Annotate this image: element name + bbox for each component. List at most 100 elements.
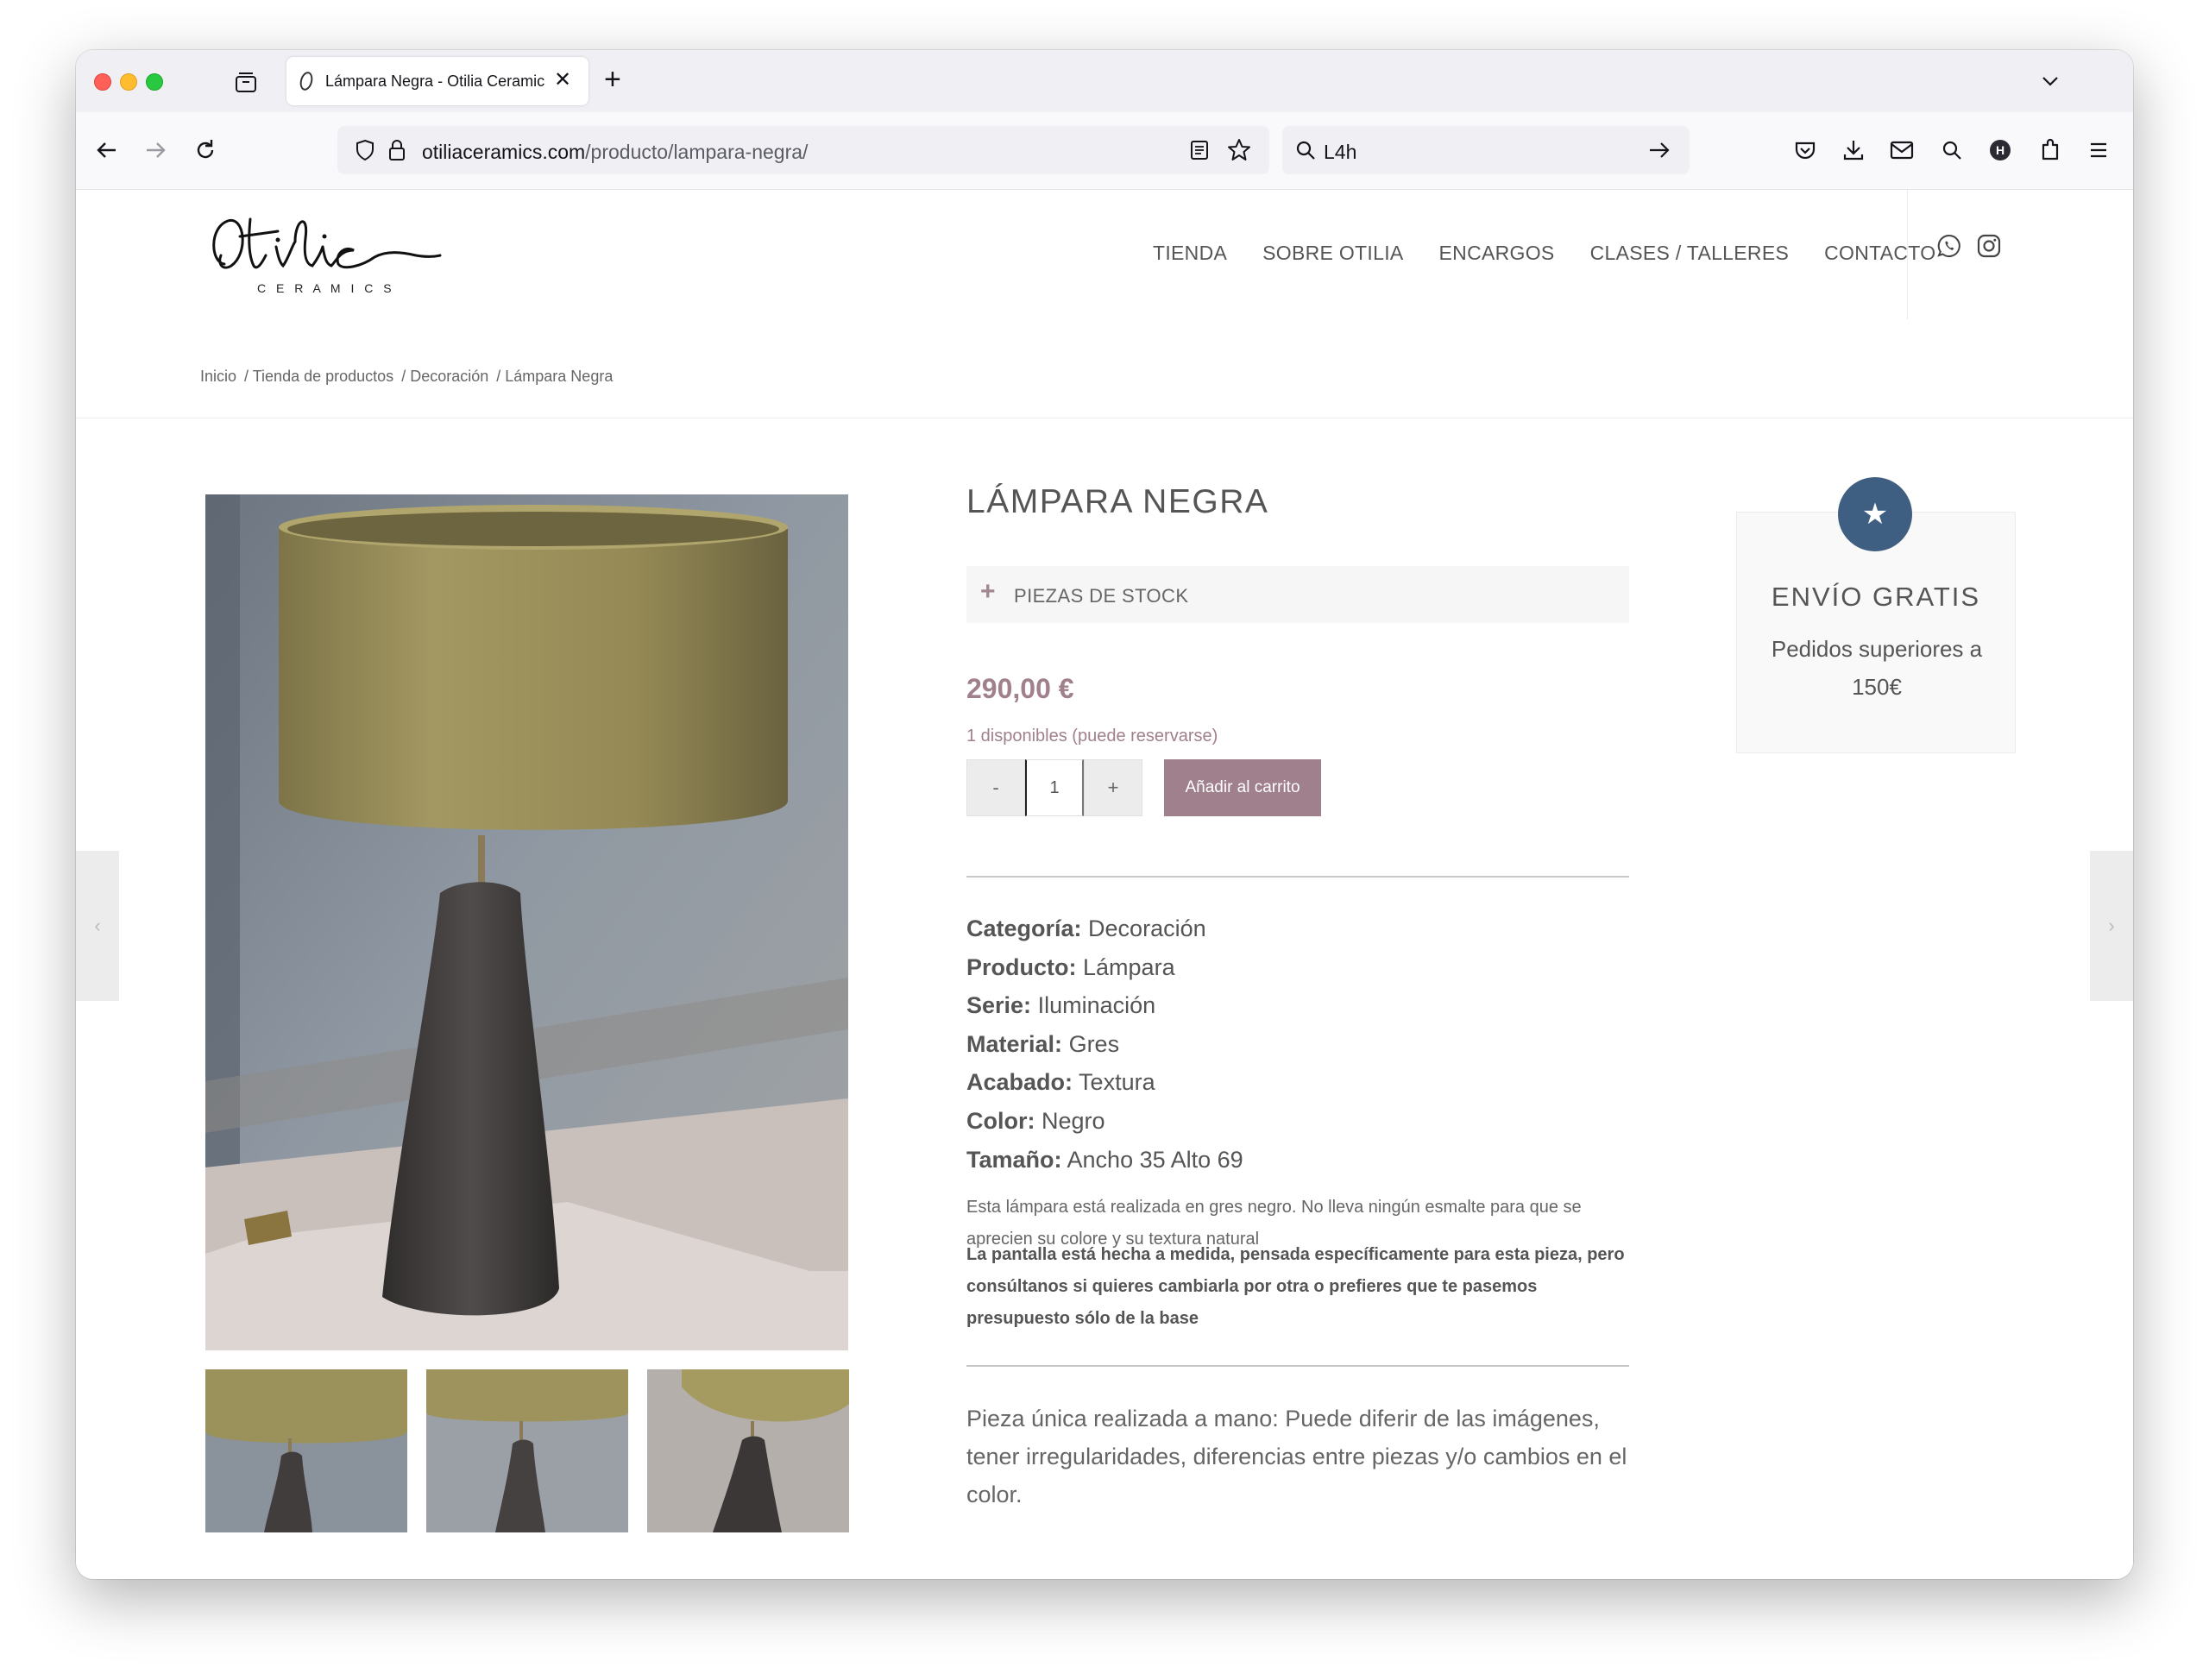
star-icon: ★: [1838, 477, 1912, 551]
handmade-note: Pieza única realizada a mano: Puede dife…: [966, 1406, 1627, 1507]
logo-subtext: C E R A M I C S: [257, 281, 395, 295]
url-path: /producto/lampara-negra/: [585, 141, 809, 163]
reload-icon[interactable]: [188, 133, 223, 167]
spec-value: Lámpara: [1083, 953, 1175, 980]
product-thumbnail-2[interactable]: [426, 1369, 628, 1532]
spec-label: Acabado:: [966, 1069, 1073, 1096]
search-icon: [1296, 141, 1315, 160]
reader-view-icon[interactable]: [1188, 138, 1211, 162]
tab-title: Lámpara Negra - Otilia Ceramics: [325, 72, 545, 90]
back-arrow-icon[interactable]: [90, 133, 124, 167]
main-nav: TIENDA SOBRE OTILIA ENCARGOS CLASES / TA…: [1153, 242, 1971, 265]
nav-encargos[interactable]: ENCARGOS: [1439, 242, 1555, 265]
breadcrumb-decoracion[interactable]: / Decoración: [401, 368, 488, 385]
spec-material: Material: Gres: [966, 1025, 1243, 1064]
product-description-bold: La pantalla está hecha a medida, pensada…: [966, 1245, 1625, 1328]
product-thumbnail-1[interactable]: [205, 1369, 407, 1532]
spec-value: Gres: [1068, 1030, 1120, 1057]
spec-color: Color: Negro: [966, 1102, 1243, 1141]
spec-label: Color:: [966, 1107, 1035, 1134]
lock-icon[interactable]: [386, 138, 408, 162]
divider-line: [966, 1365, 1629, 1367]
spec-label: Producto:: [966, 953, 1077, 980]
url-text[interactable]: otiliaceramics.com/producto/lampara-negr…: [422, 141, 808, 164]
product-specs: Categoría: Decoración Producto: Lámpara …: [966, 909, 1243, 1179]
thumbnail-photo: [426, 1369, 628, 1532]
breadcrumb-inicio[interactable]: Inicio: [200, 368, 236, 385]
spec-value: Iluminación: [1037, 992, 1156, 1019]
whatsapp-icon[interactable]: [1936, 233, 1962, 259]
divider-line: [966, 876, 1629, 878]
search-input[interactable]: L4h: [1324, 141, 1356, 164]
stock-accordion[interactable]: + PIEZAS DE STOCK: [966, 566, 1629, 623]
quantity-increase-button[interactable]: +: [1084, 759, 1142, 816]
site-favicon-icon: [298, 70, 315, 92]
thumbnail-photo: [647, 1369, 849, 1532]
quantity-decrease-button[interactable]: -: [966, 759, 1025, 816]
stock-label: PIEZAS DE STOCK: [1014, 585, 1189, 607]
lamp-photo: [205, 494, 848, 1350]
window-minimize-button[interactable]: [120, 73, 137, 91]
menu-hamburger-icon[interactable]: [2081, 133, 2116, 167]
nav-sobre-otilia[interactable]: SOBRE OTILIA: [1262, 242, 1403, 265]
availability-text: 1 disponibles (puede reservarse): [966, 727, 1218, 746]
add-to-cart-button[interactable]: Añadir al carrito: [1164, 759, 1321, 816]
tab-bar: Lámpara Negra - Otilia Ceramics ✕ +: [76, 50, 2133, 112]
spec-label: Categoría:: [966, 916, 1082, 941]
svg-text:H: H: [1996, 143, 2004, 157]
url-bar[interactable]: otiliaceramics.com/producto/lampara-negr…: [337, 126, 1269, 174]
new-tab-icon[interactable]: +: [604, 65, 621, 94]
web-page: C E R A M I C S TIENDA SOBRE OTILIA ENCA…: [76, 190, 2133, 1579]
spec-label: Serie:: [966, 992, 1032, 1019]
nav-contacto[interactable]: CONTACTO: [1824, 242, 1935, 265]
quantity-input[interactable]: [1025, 759, 1084, 816]
nav-tienda[interactable]: TIENDA: [1153, 242, 1227, 265]
product-price: 290,00 €: [966, 673, 1074, 704]
download-icon[interactable]: [1836, 133, 1871, 167]
product-thumbnail-3[interactable]: [647, 1369, 849, 1532]
spec-categoria: Categoría: Decoración: [966, 909, 1243, 948]
tab-close-icon[interactable]: ✕: [554, 67, 571, 93]
window-close-button[interactable]: [94, 73, 111, 91]
product-title: LÁMPARA NEGRA: [966, 483, 1269, 520]
spec-value: Decoración: [1088, 916, 1206, 941]
nav-clases-talleres[interactable]: CLASES / TALLERES: [1590, 242, 1790, 265]
window-maximize-button[interactable]: [146, 73, 163, 91]
plus-icon: +: [980, 577, 996, 606]
shield-icon[interactable]: [353, 138, 377, 162]
browser-toolbar: otiliaceramics.com/producto/lampara-negr…: [76, 112, 2133, 190]
spec-value: Negro: [1042, 1107, 1105, 1134]
spec-producto: Producto: Lámpara: [966, 948, 1243, 987]
breadcrumb: Inicio / Tienda de productos / Decoració…: [200, 368, 616, 386]
nav-separator: [1907, 190, 1908, 319]
url-domain: otiliaceramics.com: [422, 141, 586, 163]
tab-overview-icon[interactable]: [234, 71, 258, 93]
spec-value: Textura: [1079, 1069, 1155, 1096]
chevron-down-icon[interactable]: [2036, 67, 2064, 95]
forward-arrow-icon[interactable]: [138, 133, 173, 167]
browser-window: Lámpara Negra - Otilia Ceramics ✕ + otil…: [76, 50, 2133, 1579]
find-icon[interactable]: [1935, 133, 1969, 167]
next-product-arrow[interactable]: ›: [2090, 851, 2133, 1001]
spec-serie: Serie: Iluminación: [966, 986, 1243, 1025]
spec-acabado: Acabado: Textura: [966, 1063, 1243, 1102]
spec-tamano: Tamaño: Ancho 35 Alto 69: [966, 1141, 1243, 1180]
go-arrow-icon[interactable]: [1646, 138, 1672, 162]
search-bar[interactable]: L4h: [1282, 126, 1690, 174]
account-avatar-icon[interactable]: H: [1983, 133, 2017, 167]
site-logo[interactable]: C E R A M I C S: [205, 202, 447, 305]
mail-icon[interactable]: [1885, 133, 1919, 167]
active-tab[interactable]: Lámpara Negra - Otilia Ceramics ✕: [286, 57, 588, 105]
spec-label: Material:: [966, 1030, 1063, 1057]
prev-product-arrow[interactable]: ‹: [76, 851, 119, 1001]
shipping-text: Pedidos superiores a 150€: [1771, 636, 1983, 700]
product-main-image[interactable]: [205, 494, 848, 1350]
thumbnail-photo: [205, 1369, 407, 1532]
spec-value: Ancho 35 Alto 69: [1067, 1146, 1243, 1173]
instagram-icon[interactable]: [1976, 233, 2002, 259]
extensions-icon[interactable]: [2033, 133, 2067, 167]
bookmark-star-icon[interactable]: [1226, 137, 1252, 163]
pocket-icon[interactable]: [1788, 133, 1822, 167]
breadcrumb-tienda[interactable]: / Tienda de productos: [244, 368, 393, 385]
breadcrumb-current: / Lámpara Negra: [496, 368, 614, 385]
